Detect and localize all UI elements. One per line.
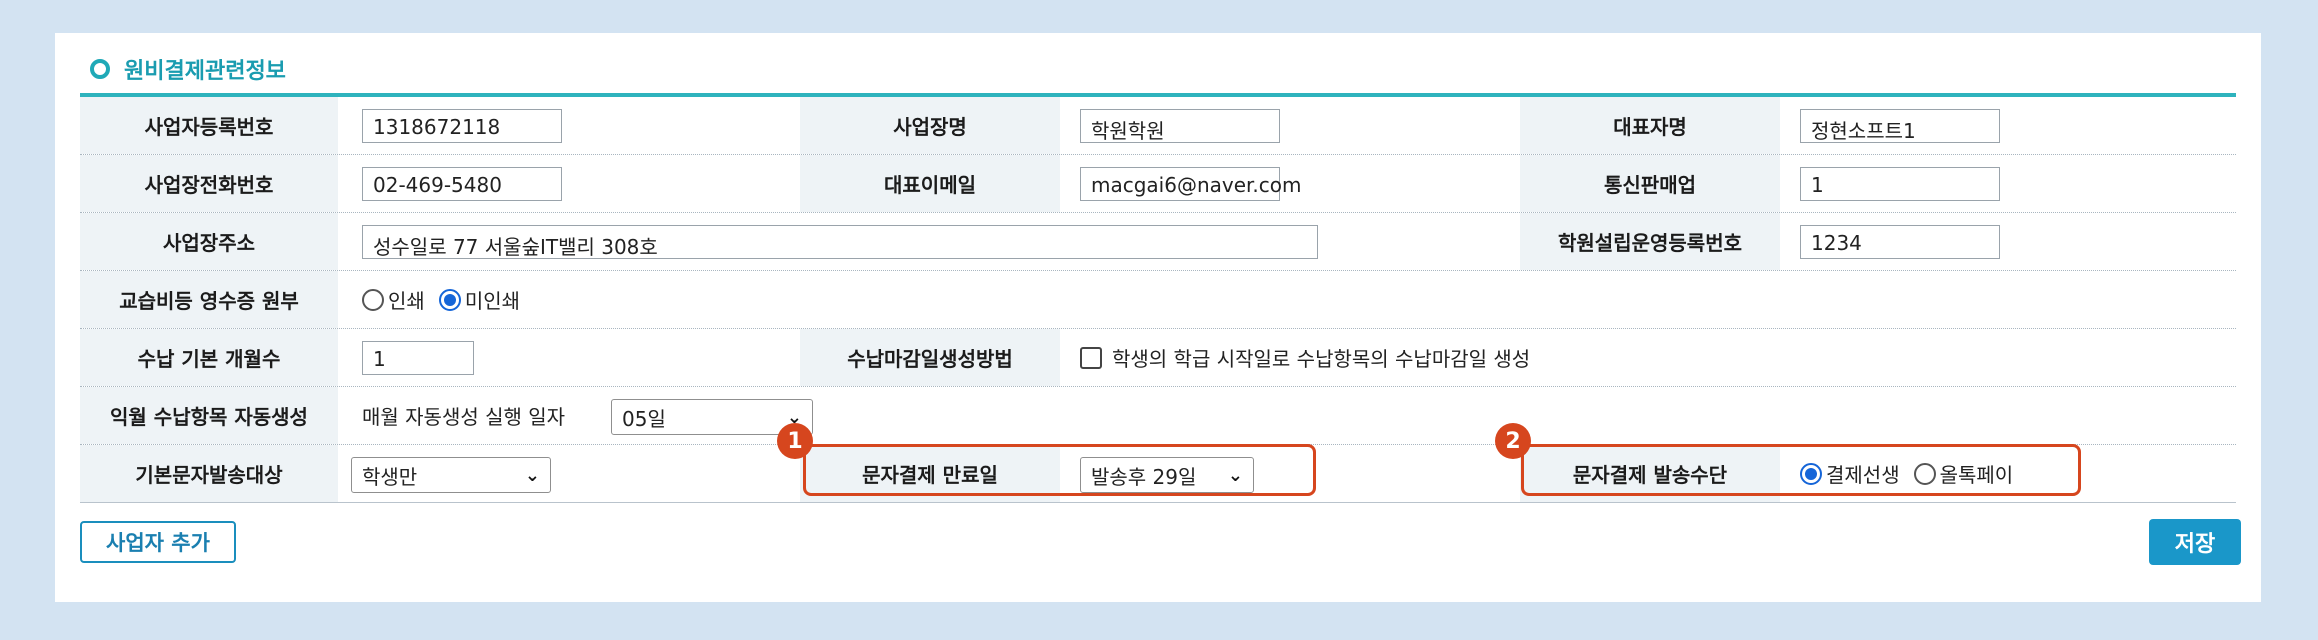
auto-generate-label: 익월 수납항목 자동생성 [80, 387, 338, 444]
auto-generate-day-value: 05일 [622, 406, 666, 431]
radio-noprint-label: 미인쇄 [464, 289, 521, 313]
months-input[interactable]: 1 [362, 341, 474, 375]
months-label: 수납 기본 개월수 [80, 329, 338, 386]
rep-name-input[interactable]: 정현소프트1 [1800, 109, 2000, 143]
auto-generate-text: 매월 자동생성 실행 일자 [362, 405, 566, 429]
academy-reg-label: 학원설립운영등록번호 [1520, 213, 1780, 270]
table-row: 수납 기본 개월수 1 수납마감일생성방법 학생의 학급 시작일로 수납항목의 … [80, 329, 2236, 387]
address-label: 사업장주소 [80, 213, 338, 270]
radio-print-label: 인쇄 [388, 289, 425, 313]
deadline-method-label: 수납마감일생성방법 [800, 329, 1060, 386]
receipt-ledger-label: 교습비등 영수증 원부 [80, 271, 338, 328]
sms-target-label: 기본문자발송대상 [80, 445, 338, 502]
rep-email-label: 대표이메일 [800, 155, 1060, 212]
settings-table: 사업자등록번호 1318672118 사업장명 학원학원 대표자명 정현소프트1… [80, 97, 2236, 503]
deadline-checkbox[interactable] [1080, 346, 1102, 369]
callout-badge-1: 1 [777, 423, 813, 459]
chevron-down-icon: ⌄ [524, 464, 540, 486]
table-row: 사업자등록번호 1318672118 사업장명 학원학원 대표자명 정현소프트1 [80, 97, 2236, 155]
section-title: 원비결제관련정보 [124, 59, 286, 84]
table-row: 익월 수납항목 자동생성 매월 자동생성 실행 일자 05일 ⌄ [80, 387, 2236, 445]
table-row: 교습비등 영수증 원부 인쇄 미인쇄 [80, 271, 2236, 329]
highlight-sms-method [1521, 444, 2081, 496]
deadline-checkbox-label: 학생의 학급 시작일로 수납항목의 수납마감일 생성 [1112, 347, 1531, 371]
receipt-print-radio-group: 인쇄 미인쇄 [362, 271, 520, 328]
biz-reg-input[interactable]: 1318672118 [362, 109, 562, 143]
radio-print[interactable] [362, 288, 384, 311]
biz-phone-label: 사업장전화번호 [80, 155, 338, 212]
table-row: 사업장주소 성수일로 77 서울숲IT밸리 308호 학원설립운영등록번호 12… [80, 213, 2236, 271]
add-business-button[interactable]: 사업자 추가 [80, 521, 236, 563]
highlight-sms-expire [803, 444, 1316, 496]
rep-email-input[interactable]: macgai6@naver.com [1080, 167, 1302, 201]
biz-reg-label: 사업자등록번호 [80, 97, 338, 154]
mail-order-input[interactable]: 1 [1800, 167, 2000, 201]
circle-bullet-icon [90, 59, 110, 79]
sms-target-select[interactable]: 학생만 ⌄ [351, 457, 551, 493]
deadline-option: 학생의 학급 시작일로 수납항목의 수납마감일 생성 [1080, 329, 1530, 386]
biz-name-input[interactable]: 학원학원 [1080, 109, 1280, 143]
radio-noprint[interactable] [438, 288, 461, 311]
biz-name-label: 사업장명 [800, 97, 1060, 154]
rep-name-label: 대표자명 [1520, 97, 1780, 154]
table-row: 사업장전화번호 02-469-5480 대표이메일 macgai6@naver.… [80, 155, 2236, 213]
address-input[interactable]: 성수일로 77 서울숲IT밸리 308호 [362, 225, 1318, 259]
academy-reg-input[interactable]: 1234 [1800, 225, 2000, 259]
payment-info-panel: 원비결제관련정보 사업자등록번호 1318672118 사업장명 학원학원 대표… [55, 33, 2261, 602]
save-button[interactable]: 저장 [2149, 519, 2241, 565]
callout-badge-2: 2 [1495, 423, 1531, 459]
section-header: 원비결제관련정보 [90, 52, 286, 86]
sms-target-value: 학생만 [362, 464, 418, 489]
mail-order-label: 통신판매업 [1520, 155, 1780, 212]
biz-phone-input[interactable]: 02-469-5480 [362, 167, 562, 201]
